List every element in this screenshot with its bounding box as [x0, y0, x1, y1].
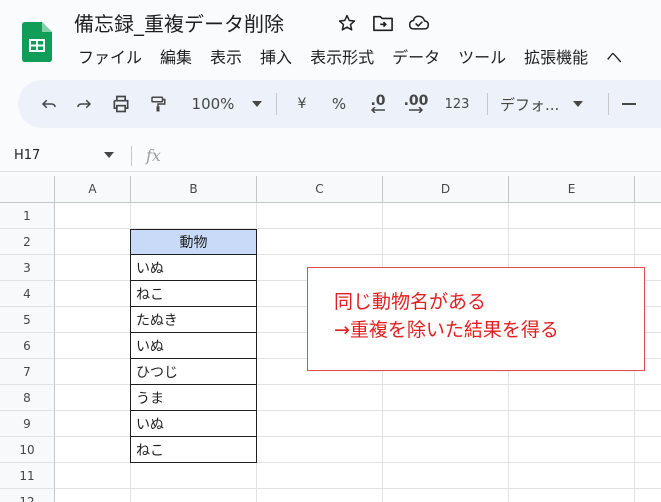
menu-bar: ファイル 編集 表示 挿入 表示形式 データ ツール 拡張機能 ヘ: [70, 44, 632, 68]
sheets-logo-icon[interactable]: [22, 22, 52, 62]
paint-format-icon[interactable]: [140, 90, 176, 118]
table-cell[interactable]: うま: [130, 385, 257, 411]
undo-icon[interactable]: [32, 90, 66, 118]
table-cell[interactable]: ねこ: [130, 281, 257, 307]
divider: [276, 93, 277, 115]
column-header-e[interactable]: E: [509, 176, 635, 203]
row-header-3[interactable]: 3: [0, 255, 55, 281]
column-header-c[interactable]: C: [257, 176, 383, 203]
menu-format[interactable]: 表示形式: [302, 44, 384, 68]
divider: [131, 146, 132, 166]
chevron-down-icon[interactable]: [104, 152, 114, 158]
document-title[interactable]: 備忘録_重複データ削除: [74, 8, 284, 37]
font-select[interactable]: デフォ...: [496, 90, 600, 118]
row-header-8[interactable]: 8: [0, 385, 55, 411]
toolbar: 100% ¥ % .0 .00 123 デフォ...: [18, 80, 661, 128]
spreadsheet-grid[interactable]: A B C D E 1 2 3 4 5 6 7 8 9 10 11 12 動物 …: [0, 176, 661, 502]
star-icon[interactable]: [336, 12, 358, 34]
increase-decimal-button[interactable]: .00: [397, 90, 435, 118]
row-header-9[interactable]: 9: [0, 411, 55, 437]
row-header-7[interactable]: 7: [0, 359, 55, 385]
decrease-font-size-icon[interactable]: [617, 90, 641, 118]
number-format-button[interactable]: 123: [435, 90, 479, 118]
annotation-line-1: 同じ動物名がある: [334, 291, 487, 313]
decrease-decimal-button[interactable]: .0: [359, 90, 397, 118]
column-header-d[interactable]: D: [383, 176, 509, 203]
divider: [608, 93, 609, 115]
menu-insert[interactable]: 挿入: [252, 44, 302, 68]
column-header-f[interactable]: [635, 176, 661, 203]
currency-format-button[interactable]: ¥: [285, 90, 319, 118]
menu-edit[interactable]: 編集: [152, 44, 202, 68]
column-header-a[interactable]: A: [55, 176, 131, 203]
decrease-decimal-label: .0: [370, 93, 386, 109]
arrow-right-icon: [409, 107, 423, 113]
zoom-value: 100%: [191, 95, 235, 113]
table-cell[interactable]: いぬ: [130, 255, 257, 281]
row-header-12[interactable]: 12: [0, 489, 55, 502]
row-header-4[interactable]: 4: [0, 281, 55, 307]
cloud-saved-icon[interactable]: [408, 12, 430, 34]
arrow-left-icon: [371, 107, 385, 113]
divider: [487, 93, 488, 115]
fx-icon: fx: [146, 146, 161, 165]
menu-help[interactable]: ヘ: [598, 44, 632, 68]
row-header-1[interactable]: 1: [0, 203, 55, 229]
table-cell[interactable]: いぬ: [130, 333, 257, 359]
grid-line: [55, 488, 661, 489]
print-icon[interactable]: [102, 90, 140, 118]
menu-file[interactable]: ファイル: [70, 44, 152, 68]
select-all-corner[interactable]: [0, 176, 55, 203]
table-header-cell[interactable]: 動物: [130, 229, 257, 255]
row-header-6[interactable]: 6: [0, 333, 55, 359]
row-header-5[interactable]: 5: [0, 307, 55, 333]
menu-data[interactable]: データ: [384, 44, 450, 68]
table-cell[interactable]: たぬき: [130, 307, 257, 333]
row-header-10[interactable]: 10: [0, 437, 55, 463]
menu-extensions[interactable]: 拡張機能: [516, 44, 598, 68]
annotation-text-box[interactable]: 同じ動物名がある →重複を除いた結果を得る: [307, 267, 645, 371]
move-to-folder-icon[interactable]: [372, 12, 394, 34]
chevron-down-icon: [252, 101, 263, 107]
column-header-b[interactable]: B: [131, 176, 257, 203]
menu-view[interactable]: 表示: [202, 44, 252, 68]
chevron-down-icon: [573, 101, 584, 107]
font-value: デフォ...: [500, 95, 560, 114]
table-cell[interactable]: いぬ: [130, 411, 257, 437]
zoom-select[interactable]: 100%: [176, 90, 268, 118]
row-header-2[interactable]: 2: [0, 229, 55, 255]
annotation-line-2: →重複を除いた結果を得る: [334, 319, 559, 341]
name-box[interactable]: H17: [14, 148, 40, 163]
row-header-11[interactable]: 11: [0, 463, 55, 489]
redo-icon[interactable]: [66, 90, 102, 118]
increase-decimal-label: .00: [403, 93, 429, 109]
formula-bar: H17 fx: [0, 140, 661, 172]
table-cell[interactable]: ひつじ: [130, 359, 257, 385]
table-cell[interactable]: ねこ: [130, 437, 257, 463]
percent-format-button[interactable]: %: [319, 90, 359, 118]
menu-tools[interactable]: ツール: [450, 44, 516, 68]
